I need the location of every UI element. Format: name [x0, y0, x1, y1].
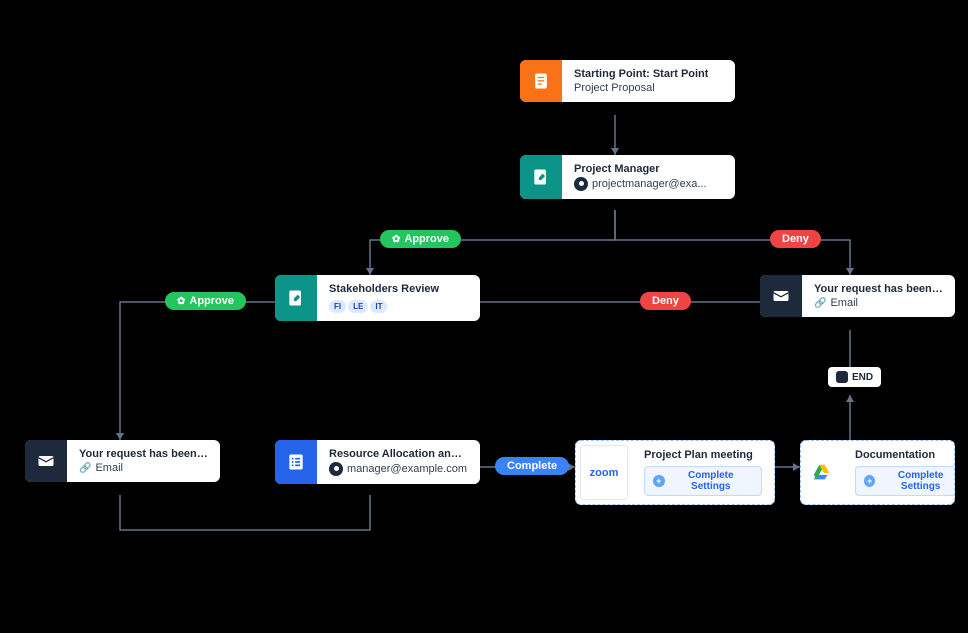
plus-icon: +: [864, 475, 875, 487]
node-title: Your request has been denied.: [814, 283, 943, 295]
drive-icon: [801, 441, 843, 504]
badge-list: FI LE IT: [329, 300, 445, 313]
list-icon: [275, 440, 317, 484]
document-icon: [520, 60, 562, 102]
node-subtitle: Email: [814, 297, 943, 309]
link-icon: [79, 462, 91, 474]
node-title: Project Manager: [574, 163, 707, 175]
node-title: Documentation: [855, 449, 955, 461]
node-title: Resource Allocation and Sch...: [329, 448, 468, 460]
badge: IT: [370, 300, 387, 313]
node-stakeholders[interactable]: Stakeholders Review FI LE IT: [275, 275, 480, 321]
pill-deny: Deny: [640, 292, 691, 310]
node-title: Starting Point: Start Point: [574, 68, 708, 80]
end-dot-icon: [836, 371, 848, 383]
leaf-icon: ✿: [177, 296, 185, 307]
end-node: END: [828, 367, 881, 387]
node-meeting[interactable]: zoom Project Plan meeting +Complete Sett…: [575, 440, 775, 505]
node-resource[interactable]: Resource Allocation and Sch... manager@e…: [275, 440, 480, 484]
pill-deny: Deny: [770, 230, 821, 248]
link-icon: [814, 297, 826, 309]
user-icon: [329, 462, 343, 476]
end-label: END: [852, 372, 873, 383]
zoom-icon: zoom: [580, 445, 628, 500]
complete-settings-button[interactable]: +Complete Settings: [855, 466, 955, 496]
node-subtitle: projectmanager@exa...: [574, 177, 707, 191]
pill-approve: ✿Approve: [380, 230, 461, 248]
node-accepted[interactable]: Your request has been accep... Email: [25, 440, 220, 482]
node-denied[interactable]: Your request has been denied. Email: [760, 275, 955, 317]
node-title: Stakeholders Review: [329, 283, 445, 295]
node-docs[interactable]: Documentation +Complete Settings: [800, 440, 955, 505]
node-project-manager[interactable]: Project Manager projectmanager@exa...: [520, 155, 735, 199]
mail-icon: [25, 440, 67, 482]
node-title: Project Plan meeting: [644, 449, 762, 461]
plus-icon: +: [653, 475, 665, 487]
node-subtitle: Email: [79, 462, 208, 474]
review-icon: [275, 275, 317, 321]
badge: FI: [329, 300, 346, 313]
user-icon: [574, 177, 588, 191]
pill-complete: Complete: [495, 457, 569, 475]
complete-settings-button[interactable]: +Complete Settings: [644, 466, 762, 496]
pill-approve: ✿Approve: [165, 292, 246, 310]
badge: LE: [348, 300, 368, 313]
node-subtitle: Project Proposal: [574, 82, 708, 94]
leaf-icon: ✿: [392, 234, 400, 245]
mail-icon: [760, 275, 802, 317]
node-title: Your request has been accep...: [79, 448, 208, 460]
node-subtitle: manager@example.com: [329, 462, 468, 476]
review-icon: [520, 155, 562, 199]
node-start[interactable]: Starting Point: Start Point Project Prop…: [520, 60, 735, 102]
